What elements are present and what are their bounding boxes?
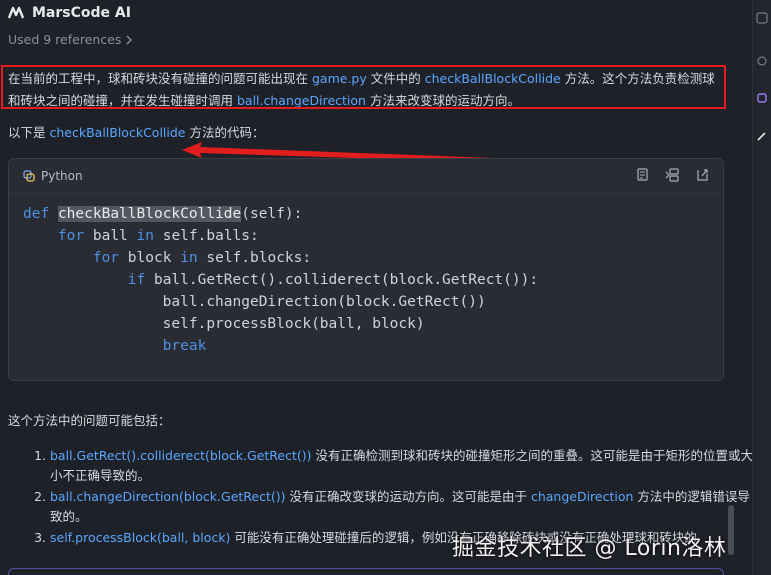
code-text: self.processBlock(ball, block): [23, 316, 425, 332]
sidebar-icon[interactable]: [756, 92, 768, 104]
text-segment: 在当前的工程中，球和砖块没有碰撞的问题可能出现在: [8, 71, 312, 86]
code-link[interactable]: ball.changeDirection(block.GetRect()): [50, 489, 286, 504]
method-link[interactable]: checkBallBlockCollide: [49, 125, 185, 140]
list-item: ball.GetRect().colliderect(block.GetRect…: [50, 446, 752, 486]
code-block-header: Python: [9, 159, 723, 194]
answer-paragraph-3: 这个方法中的问题可能包括：: [8, 413, 171, 428]
edit-icon[interactable]: [756, 130, 768, 142]
code-block: Python def checkBallBlockCollide(self): …: [8, 158, 724, 381]
insert-icon[interactable]: [665, 168, 679, 182]
code-text: self.blocks:: [197, 250, 312, 266]
apply-icon[interactable]: [695, 168, 709, 182]
text-segment: 文件中的: [366, 71, 425, 86]
code-link[interactable]: ball.GetRect().colliderect(block.GetRect…: [50, 448, 312, 463]
code-text: self.balls:: [153, 228, 259, 244]
code-content: def checkBallBlockCollide(self): for bal…: [23, 203, 538, 357]
code-text: (self):: [241, 206, 303, 222]
code-selected-text: checkBallBlockCollide: [57, 206, 242, 222]
text-segment: 方法来改变球的运动方向。: [365, 93, 520, 108]
code-keyword: for: [92, 250, 120, 266]
chat-panel: MarsCode AI Used 9 references 在当前的工程中，球和…: [0, 0, 752, 575]
copy-icon[interactable]: [635, 168, 649, 182]
marscode-logo-icon: [8, 6, 25, 19]
code-link[interactable]: self.processBlock(ball, block): [50, 530, 230, 545]
method-link[interactable]: checkBallBlockCollide: [425, 71, 561, 86]
text-segment: 以下是: [8, 125, 50, 140]
app-title: MarsCode AI: [32, 5, 131, 21]
list-item-text: 没有正确改变球的运动方向。这可能是由于: [285, 489, 531, 504]
sidebar-icon[interactable]: [756, 55, 768, 67]
answer-paragraph-1: 在当前的工程中，球和砖块没有碰撞的问题可能出现在 game.py 文件中的 ch…: [4, 66, 728, 114]
file-link[interactable]: game.py: [312, 71, 367, 86]
python-icon: [23, 170, 35, 182]
code-text: ball.GetRect().colliderect(block.GetRect…: [145, 272, 539, 288]
chevron-right-icon: [126, 35, 133, 44]
references-label: Used 9 references: [8, 32, 122, 47]
code-keyword: in: [136, 228, 154, 244]
code-toolbar: [635, 168, 709, 182]
code-language-label: Python: [41, 169, 83, 183]
chat-input-box[interactable]: [8, 568, 724, 575]
scrollbar-thumb[interactable]: [728, 505, 734, 555]
code-link[interactable]: changeDirection: [531, 489, 633, 504]
method-link[interactable]: ball.changeDirection: [237, 93, 366, 108]
code-keyword: for: [57, 228, 85, 244]
right-activity-bar: [752, 0, 771, 575]
code-text: ball: [84, 228, 137, 244]
code-text: ball.changeDirection(block.GetRect()): [23, 294, 486, 310]
watermark: 掘金技术社区 @ Lorin洛林: [452, 536, 727, 561]
chat-header: MarsCode AI: [8, 2, 131, 24]
code-keyword: in: [180, 250, 198, 266]
code-keyword: if: [127, 272, 146, 288]
code-keyword: break: [162, 338, 207, 354]
list-item: ball.changeDirection(block.GetRect()) 没有…: [50, 487, 752, 527]
code-keyword: def: [23, 206, 50, 222]
references-toggle[interactable]: Used 9 references: [8, 32, 133, 47]
sidebar-icon[interactable]: [756, 12, 768, 24]
code-text: block: [119, 250, 181, 266]
